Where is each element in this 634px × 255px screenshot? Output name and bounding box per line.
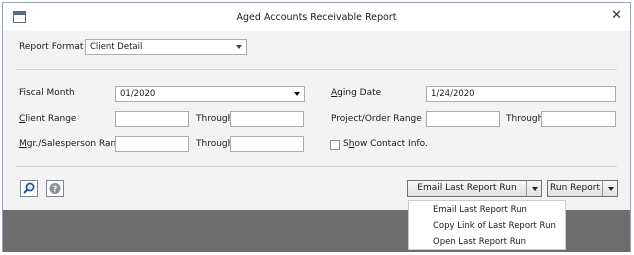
email-dropdown-toggle[interactable] <box>526 180 542 197</box>
email-last-report-button[interactable]: Email Last Report Run <box>407 180 527 197</box>
client-range-from-input[interactable] <box>115 111 189 127</box>
fiscal-month-label: Fiscal Month <box>19 88 75 98</box>
help-button[interactable]: ? <box>46 180 64 197</box>
fiscal-month-select[interactable]: 01/2020 <box>115 86 305 102</box>
fiscal-month-value: 01/2020 <box>120 89 156 99</box>
run-report-dropdown-toggle[interactable] <box>602 180 618 197</box>
svg-text:?: ? <box>53 185 58 194</box>
project-range-from-input[interactable] <box>426 111 500 127</box>
project-range-label: Project/Order Range <box>331 114 422 124</box>
menu-item-copy-link[interactable]: Copy Link of Last Report Run <box>433 221 556 231</box>
menu-item-email-last-report[interactable]: Email Last Report Run <box>433 205 527 215</box>
chevron-down-icon <box>236 45 242 49</box>
chevron-down-icon <box>608 187 614 191</box>
email-dropdown-menu: Email Last Report Run Copy Link of Last … <box>408 200 566 250</box>
search-button[interactable] <box>20 180 38 197</box>
title-bar: Aged Accounts Receivable Report ✕ <box>3 3 630 31</box>
report-format-label: Report Format <box>19 42 84 52</box>
help-icon: ? <box>49 183 61 194</box>
divider <box>16 69 617 70</box>
show-contact-label: Show Contact Info. <box>343 139 428 149</box>
divider <box>16 166 617 167</box>
aging-date-input[interactable]: 1/24/2020 <box>426 86 616 102</box>
mgr-range-from-input[interactable] <box>115 136 189 152</box>
mgr-range-to-input[interactable] <box>230 136 304 152</box>
window-title: Aged Accounts Receivable Report <box>236 12 397 23</box>
report-format-select[interactable]: Client Detail <box>85 39 247 55</box>
project-through-label: Through <box>506 114 544 124</box>
show-contact-checkbox[interactable] <box>330 140 340 150</box>
chevron-down-icon <box>532 187 538 191</box>
report-dialog: Aged Accounts Receivable Report ✕ Report… <box>2 2 631 252</box>
report-format-value: Client Detail <box>90 42 143 52</box>
client-through-label: Through <box>196 114 234 124</box>
mgr-range-label: Mgr./Salesperson Range <box>19 139 128 149</box>
client-range-label: Client Range <box>19 114 77 124</box>
aging-date-label: Aging Date <box>331 88 382 98</box>
project-range-to-input[interactable] <box>541 111 616 127</box>
close-icon[interactable]: ✕ <box>611 8 622 24</box>
mgr-through-label: Through <box>196 139 234 149</box>
run-report-button[interactable]: Run Report <box>547 180 603 197</box>
chevron-down-icon <box>294 92 300 96</box>
magnifier-icon <box>23 182 35 194</box>
menu-item-open-last-report[interactable]: Open Last Report Run <box>433 237 526 247</box>
client-range-to-input[interactable] <box>230 111 304 127</box>
